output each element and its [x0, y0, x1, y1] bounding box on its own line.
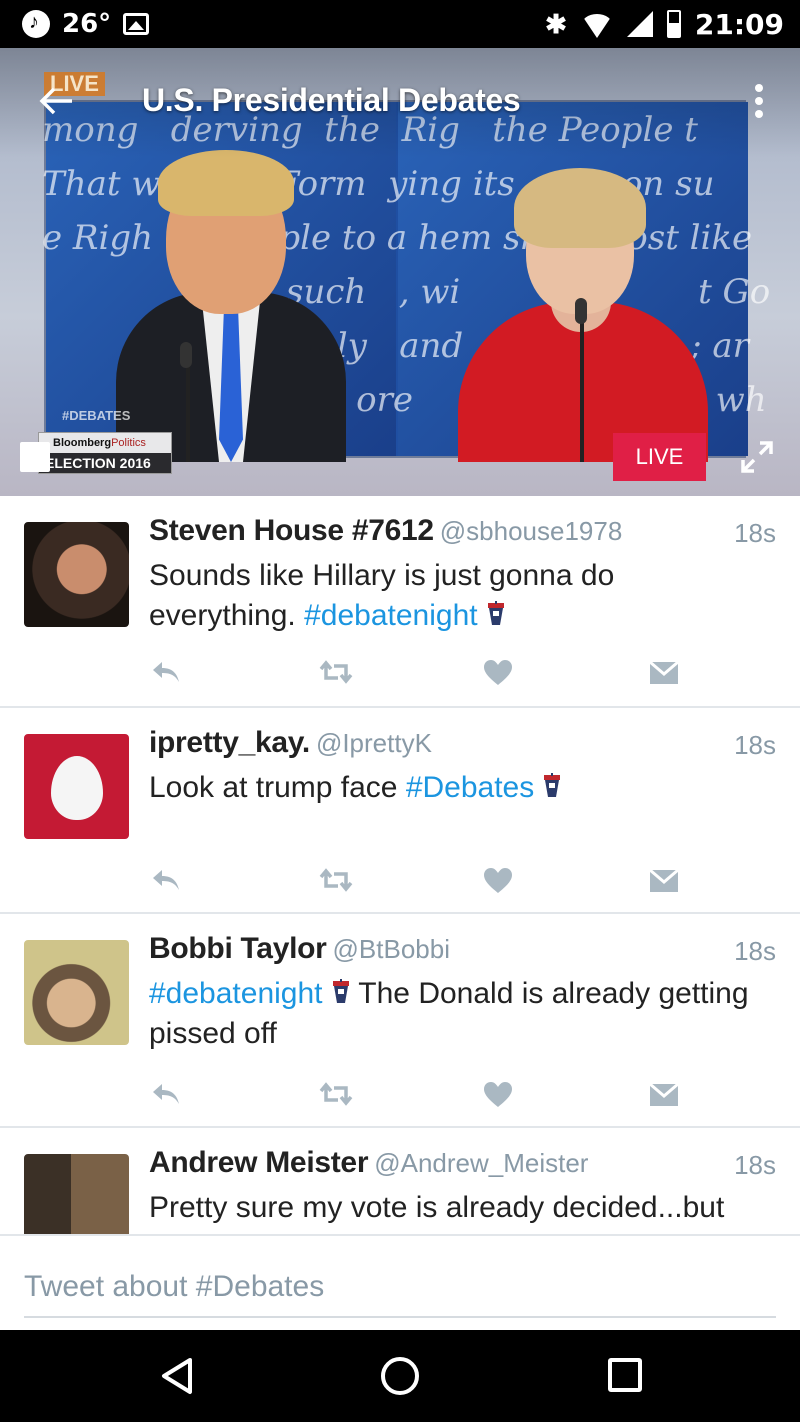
dm-icon[interactable]	[648, 866, 680, 894]
tweet-text: Pretty sure my vote is already decided..…	[149, 1191, 725, 1224]
back-arrow-icon[interactable]	[38, 86, 74, 116]
status-bar: 26° ✱ 21:09	[0, 0, 800, 48]
stop-button[interactable]	[20, 442, 50, 472]
election-2016-label: ELECTION 2016	[39, 453, 171, 473]
tweet-compose-input[interactable]	[24, 1258, 776, 1318]
tweet-item[interactable]: Bobbi Taylor @BtBobbi 18s #debatenight Th…	[0, 914, 800, 1128]
retweet-icon[interactable]	[318, 866, 354, 894]
tweet-feed[interactable]: Steven House #7612 @sbhouse1978 18s Sound…	[0, 496, 800, 1234]
author-name[interactable]: Andrew Meister	[149, 1146, 369, 1179]
nav-back-icon[interactable]	[160, 1356, 194, 1396]
music-notification-icon	[22, 10, 50, 38]
like-icon[interactable]	[482, 866, 514, 894]
bloomberg-politics-logo: BloombergPolitics ELECTION 2016	[38, 432, 172, 474]
tv-hashtag-overlay: #DEBATES	[62, 408, 131, 423]
nav-recents-icon[interactable]	[608, 1358, 642, 1392]
tweet-timestamp: 18s	[734, 1150, 776, 1180]
tweet-actions	[0, 914, 800, 1126]
cell-signal-icon	[626, 11, 653, 37]
reply-icon[interactable]	[150, 658, 182, 686]
battery-icon	[666, 10, 681, 38]
like-icon[interactable]	[482, 1080, 514, 1108]
reply-icon[interactable]	[150, 1080, 182, 1108]
tweet-item[interactable]: Andrew Meister @Andrew_Meister 18s Pretty…	[0, 1128, 800, 1234]
page-title: U.S. Presidential Debates	[142, 82, 521, 118]
tweet-item[interactable]: Steven House #7612 @sbhouse1978 18s Sound…	[0, 496, 800, 708]
author-handle[interactable]: @Andrew_Meister	[374, 1148, 588, 1178]
retweet-icon[interactable]	[318, 658, 354, 686]
nav-home-icon[interactable]	[381, 1357, 419, 1395]
avatar[interactable]	[24, 1154, 129, 1234]
reply-icon[interactable]	[150, 866, 182, 894]
temperature-readout: 26°	[62, 9, 112, 39]
system-nav-bar	[0, 1330, 800, 1422]
tweet-actions	[0, 708, 800, 912]
retweet-icon[interactable]	[318, 1080, 354, 1108]
expand-icon[interactable]	[740, 440, 774, 474]
bluetooth-icon: ✱	[545, 8, 567, 39]
wifi-icon	[580, 14, 613, 38]
clock: 21:09	[694, 7, 784, 41]
compose-bar	[0, 1234, 800, 1330]
tweet-item[interactable]: ipretty_kay. @IprettyK 18s Look at trump …	[0, 708, 800, 914]
dm-icon[interactable]	[648, 1080, 680, 1108]
image-notification-icon	[123, 13, 150, 35]
live-button[interactable]: LIVE	[613, 433, 706, 481]
dm-icon[interactable]	[648, 658, 680, 686]
app-bar: LIVE U.S. Presidential Debates	[0, 48, 800, 158]
tweet-actions	[0, 496, 800, 706]
like-icon[interactable]	[482, 658, 514, 686]
more-vert-icon[interactable]	[752, 84, 766, 118]
